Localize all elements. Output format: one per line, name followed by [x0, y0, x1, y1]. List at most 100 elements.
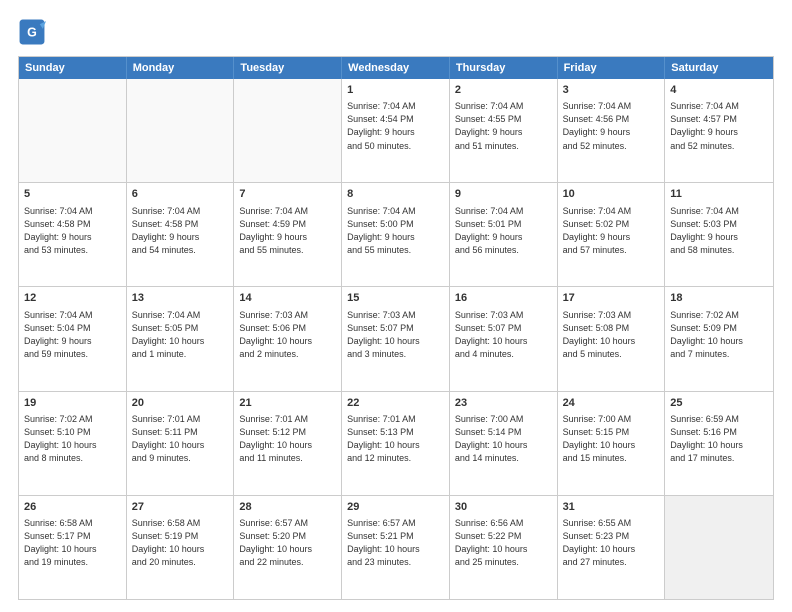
cell-info: Sunrise: 6:57 AMSunset: 5:21 PMDaylight:…	[347, 517, 444, 569]
day-number: 25	[670, 396, 768, 411]
day-number: 30	[455, 500, 552, 515]
cell-info: Sunrise: 7:04 AMSunset: 4:59 PMDaylight:…	[239, 205, 336, 257]
calendar: SundayMondayTuesdayWednesdayThursdayFrid…	[18, 56, 774, 600]
calendar-row-1: 1Sunrise: 7:04 AMSunset: 4:54 PMDaylight…	[19, 79, 773, 182]
cell-info: Sunrise: 7:01 AMSunset: 5:11 PMDaylight:…	[132, 413, 229, 465]
day-number: 18	[670, 291, 768, 306]
cal-cell-r1-c4: 9 Sunrise: 7:04 AMSunset: 5:01 PMDaylight…	[450, 183, 558, 286]
cal-cell-r1-c1: 6Sunrise: 7:04 AMSunset: 4:58 PMDaylight…	[127, 183, 235, 286]
day-number: 13	[132, 291, 229, 306]
day-number: 29	[347, 500, 444, 515]
svg-text:G: G	[27, 26, 37, 40]
cal-cell-r3-c1: 20 Sunrise: 7:01 AMSunset: 5:11 PMDayligh…	[127, 392, 235, 495]
day-number: 24	[563, 396, 660, 411]
cal-cell-r2-c6: 18 Sunrise: 7:02 AMSunset: 5:09 PMDayligh…	[665, 287, 773, 390]
cell-info: Sunrise: 7:02 AMSunset: 5:09 PMDaylight:…	[670, 309, 768, 361]
cell-info: Sunrise: 7:01 AMSunset: 5:12 PMDaylight:…	[239, 413, 336, 465]
cal-cell-r2-c5: 17 Sunrise: 7:03 AMSunset: 5:08 PMDayligh…	[558, 287, 666, 390]
cell-info: Sunrise: 7:04 AMSunset: 4:57 PMDaylight:…	[670, 100, 768, 152]
cell-info: Sunrise: 7:04 AMSunset: 5:01 PMDaylight:…	[455, 205, 552, 257]
cal-cell-r3-c2: 21 Sunrise: 7:01 AMSunset: 5:12 PMDayligh…	[234, 392, 342, 495]
cell-info: Sunrise: 7:04 AMSunset: 4:56 PMDaylight:…	[563, 100, 660, 152]
day-number: 12	[24, 291, 121, 306]
day-number: 31	[563, 500, 660, 515]
day-number: 10	[563, 187, 660, 202]
cal-cell-r4-c3: 29 Sunrise: 6:57 AMSunset: 5:21 PMDayligh…	[342, 496, 450, 599]
day-number: 4	[670, 83, 768, 98]
day-number: 14	[239, 291, 336, 306]
cal-cell-r2-c3: 15 Sunrise: 7:03 AMSunset: 5:07 PMDayligh…	[342, 287, 450, 390]
cal-cell-r1-c5: 10 Sunrise: 7:04 AMSunset: 5:02 PMDayligh…	[558, 183, 666, 286]
cell-info: Sunrise: 7:00 AMSunset: 5:14 PMDaylight:…	[455, 413, 552, 465]
cell-info: Sunrise: 6:58 AMSunset: 5:17 PMDaylight:…	[24, 517, 121, 569]
cal-cell-r1-c6: 11 Sunrise: 7:04 AMSunset: 5:03 PMDayligh…	[665, 183, 773, 286]
cell-info: Sunrise: 6:59 AMSunset: 5:16 PMDaylight:…	[670, 413, 768, 465]
weekday-header-friday: Friday	[558, 57, 666, 79]
calendar-row-5: 26 Sunrise: 6:58 AMSunset: 5:17 PMDayligh…	[19, 495, 773, 599]
cal-cell-r0-c3: 1Sunrise: 7:04 AMSunset: 4:54 PMDaylight…	[342, 79, 450, 182]
day-number: 19	[24, 396, 121, 411]
cell-info: Sunrise: 7:03 AMSunset: 5:07 PMDaylight:…	[347, 309, 444, 361]
cal-cell-r0-c5: 3Sunrise: 7:04 AMSunset: 4:56 PMDaylight…	[558, 79, 666, 182]
day-number: 27	[132, 500, 229, 515]
cal-cell-r3-c0: 19Sunrise: 7:02 AMSunset: 5:10 PMDayligh…	[19, 392, 127, 495]
cal-cell-r1-c0: 5 Sunrise: 7:04 AMSunset: 4:58 PMDaylight…	[19, 183, 127, 286]
day-number: 22	[347, 396, 444, 411]
day-number: 5	[24, 187, 121, 202]
cell-info: Sunrise: 7:03 AMSunset: 5:08 PMDaylight:…	[563, 309, 660, 361]
cal-cell-r3-c4: 23Sunrise: 7:00 AMSunset: 5:14 PMDayligh…	[450, 392, 558, 495]
cal-cell-r0-c4: 2 Sunrise: 7:04 AMSunset: 4:55 PMDaylight…	[450, 79, 558, 182]
day-number: 8	[347, 187, 444, 202]
cal-cell-r3-c6: 25 Sunrise: 6:59 AMSunset: 5:16 PMDayligh…	[665, 392, 773, 495]
cell-info: Sunrise: 7:04 AMSunset: 5:03 PMDaylight:…	[670, 205, 768, 257]
day-number: 16	[455, 291, 552, 306]
calendar-body: 1Sunrise: 7:04 AMSunset: 4:54 PMDaylight…	[19, 79, 773, 599]
cell-info: Sunrise: 6:55 AMSunset: 5:23 PMDaylight:…	[563, 517, 660, 569]
day-number: 7	[239, 187, 336, 202]
page: G SundayMondayTuesdayWednesdayThursdayFr…	[0, 0, 792, 612]
day-number: 2	[455, 83, 552, 98]
cal-cell-r3-c5: 24 Sunrise: 7:00 AMSunset: 5:15 PMDayligh…	[558, 392, 666, 495]
cal-cell-r4-c0: 26 Sunrise: 6:58 AMSunset: 5:17 PMDayligh…	[19, 496, 127, 599]
cell-info: Sunrise: 6:56 AMSunset: 5:22 PMDaylight:…	[455, 517, 552, 569]
cal-cell-r0-c2	[234, 79, 342, 182]
calendar-row-3: 12Sunrise: 7:04 AMSunset: 5:04 PMDayligh…	[19, 286, 773, 390]
cell-info: Sunrise: 7:00 AMSunset: 5:15 PMDaylight:…	[563, 413, 660, 465]
cal-cell-r1-c3: 8Sunrise: 7:04 AMSunset: 5:00 PMDaylight…	[342, 183, 450, 286]
logo: G	[18, 18, 50, 46]
cell-info: Sunrise: 6:57 AMSunset: 5:20 PMDaylight:…	[239, 517, 336, 569]
weekday-header-thursday: Thursday	[450, 57, 558, 79]
cell-info: Sunrise: 7:04 AMSunset: 4:55 PMDaylight:…	[455, 100, 552, 152]
day-number: 1	[347, 83, 444, 98]
cal-cell-r2-c1: 13 Sunrise: 7:04 AMSunset: 5:05 PMDayligh…	[127, 287, 235, 390]
day-number: 26	[24, 500, 121, 515]
day-number: 21	[239, 396, 336, 411]
cal-cell-r4-c2: 28Sunrise: 6:57 AMSunset: 5:20 PMDayligh…	[234, 496, 342, 599]
day-number: 9	[455, 187, 552, 202]
day-number: 15	[347, 291, 444, 306]
weekday-header-tuesday: Tuesday	[234, 57, 342, 79]
day-number: 17	[563, 291, 660, 306]
header: G	[18, 18, 774, 46]
cal-cell-r4-c6	[665, 496, 773, 599]
cal-cell-r0-c6: 4 Sunrise: 7:04 AMSunset: 4:57 PMDaylight…	[665, 79, 773, 182]
cell-info: Sunrise: 7:03 AMSunset: 5:07 PMDaylight:…	[455, 309, 552, 361]
day-number: 6	[132, 187, 229, 202]
cal-cell-r2-c4: 16 Sunrise: 7:03 AMSunset: 5:07 PMDayligh…	[450, 287, 558, 390]
calendar-header: SundayMondayTuesdayWednesdayThursdayFrid…	[19, 57, 773, 79]
cal-cell-r2-c2: 14 Sunrise: 7:03 AMSunset: 5:06 PMDayligh…	[234, 287, 342, 390]
cell-info: Sunrise: 6:58 AMSunset: 5:19 PMDaylight:…	[132, 517, 229, 569]
cell-info: Sunrise: 7:04 AMSunset: 5:02 PMDaylight:…	[563, 205, 660, 257]
cal-cell-r2-c0: 12Sunrise: 7:04 AMSunset: 5:04 PMDayligh…	[19, 287, 127, 390]
weekday-header-saturday: Saturday	[665, 57, 773, 79]
day-number: 11	[670, 187, 768, 202]
cell-info: Sunrise: 7:04 AMSunset: 5:05 PMDaylight:…	[132, 309, 229, 361]
day-number: 20	[132, 396, 229, 411]
cal-cell-r4-c4: 30 Sunrise: 6:56 AMSunset: 5:22 PMDayligh…	[450, 496, 558, 599]
cell-info: Sunrise: 7:03 AMSunset: 5:06 PMDaylight:…	[239, 309, 336, 361]
cal-cell-r4-c5: 31 Sunrise: 6:55 AMSunset: 5:23 PMDayligh…	[558, 496, 666, 599]
cal-cell-r0-c1	[127, 79, 235, 182]
cal-cell-r3-c3: 22Sunrise: 7:01 AMSunset: 5:13 PMDayligh…	[342, 392, 450, 495]
cell-info: Sunrise: 7:04 AMSunset: 4:58 PMDaylight:…	[24, 205, 121, 257]
calendar-row-2: 5 Sunrise: 7:04 AMSunset: 4:58 PMDaylight…	[19, 182, 773, 286]
